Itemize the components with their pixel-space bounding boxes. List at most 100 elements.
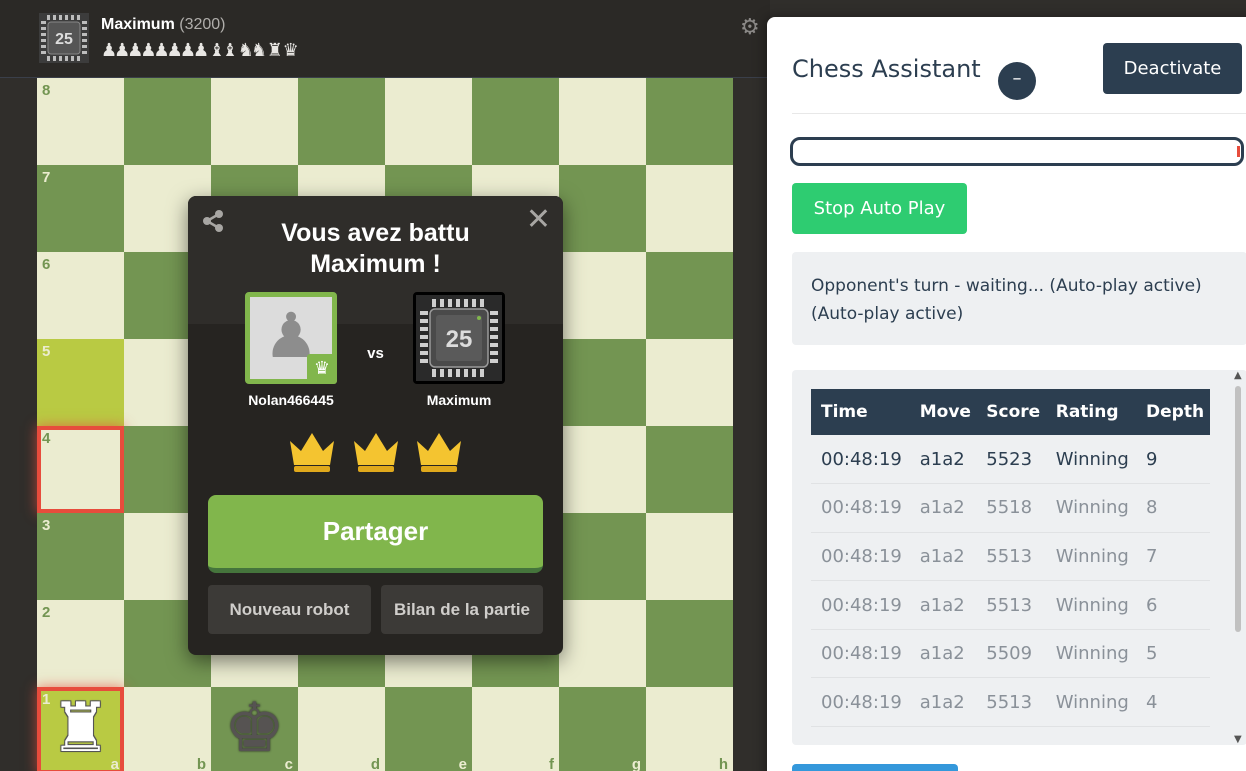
file-label: d — [370, 756, 380, 771]
square-a1[interactable]: 1 a ♜ — [37, 687, 124, 771]
gear-icon[interactable]: ⚙ — [740, 15, 760, 40]
square-g5[interactable] — [559, 339, 646, 426]
file-label: b — [196, 756, 206, 771]
square-g1[interactable]: g — [559, 687, 646, 771]
opponent-name-text: Maximum — [101, 16, 175, 33]
square-a4[interactable]: 4 — [37, 426, 124, 513]
cell-move: a1a2 — [909, 580, 977, 630]
captured-pieces: ♟♟♟♟♟♟♟♟ ♝♝ ♞♞ ♜ ♛ — [101, 40, 299, 61]
square-g4[interactable] — [559, 426, 646, 513]
share-button[interactable]: Partager — [208, 495, 543, 573]
square-e1[interactable]: e — [385, 687, 472, 771]
square-a5[interactable]: 5 — [37, 339, 124, 426]
cell-time: 00:48:19 — [811, 483, 910, 533]
square-h5[interactable] — [646, 339, 733, 426]
column-header: Score — [976, 389, 1046, 435]
cell-time: 00:48:19 — [811, 677, 910, 728]
square-g8[interactable] — [559, 78, 646, 165]
cell-depth: 4 — [1136, 677, 1210, 728]
scroll-up-icon[interactable]: ▲ — [1234, 370, 1242, 381]
rank-label: 3 — [42, 517, 51, 534]
black-king-piece[interactable]: ♚ — [217, 689, 292, 769]
square-g3[interactable] — [559, 513, 646, 600]
scroll-down-icon[interactable]: ▼ — [1234, 734, 1242, 745]
rank-label: 5 — [42, 343, 51, 360]
square-b8[interactable] — [124, 78, 211, 165]
cell-time: 00:48:19 — [811, 580, 910, 630]
cell-move: a1a2 — [909, 532, 977, 582]
square-c1[interactable]: c ♚ — [211, 687, 298, 771]
square-h8[interactable] — [646, 78, 733, 165]
game-review-button[interactable]: Bilan de la partie — [381, 585, 543, 634]
cell-score: 5523 — [976, 435, 1046, 485]
status-message: Opponent's turn - waiting... (Auto-play … — [792, 252, 1246, 345]
table-row: 00:48:19 a1a2 5513 Winning 7 — [811, 532, 1210, 582]
white-rook-piece[interactable]: ♜ — [43, 689, 118, 769]
move-highlight-box — [37, 426, 124, 513]
table-row: 00:48:19 a1a2 5513 Winning 6 — [811, 580, 1210, 630]
square-d8[interactable] — [298, 78, 385, 165]
table-row: 00:48:19 a1a2 5513 Winning 4 — [811, 677, 1210, 728]
cell-score: 5513 — [976, 532, 1046, 582]
history-scrollbar[interactable]: ▲ ▼ — [1232, 370, 1244, 745]
rank-label: 2 — [42, 604, 51, 621]
square-a7[interactable]: 7 — [37, 165, 124, 252]
scroll-thumb[interactable] — [1235, 386, 1241, 632]
panel-title: Chess Assistant — [792, 55, 981, 83]
square-b1[interactable]: b — [124, 687, 211, 771]
opponent-player-name: Maximum — [426, 392, 492, 408]
share-icon[interactable] — [200, 208, 226, 234]
rank-label: 6 — [42, 256, 51, 273]
panel-bottom-button[interactable] — [792, 764, 958, 771]
square-d1[interactable]: d — [298, 687, 385, 771]
square-a3[interactable]: 3 — [37, 513, 124, 600]
deactivate-button[interactable]: Deactivate — [1103, 43, 1242, 94]
game-over-modal: ✕ Vous avez battu Maximum ! ♟ ♛ Nolan466… — [188, 196, 563, 655]
square-h4[interactable] — [646, 426, 733, 513]
cell-time: 00:48:19 — [811, 532, 910, 582]
svg-text:25: 25 — [55, 31, 73, 48]
square-h3[interactable] — [646, 513, 733, 600]
minimize-button[interactable]: – — [998, 62, 1036, 100]
square-h2[interactable] — [646, 600, 733, 687]
square-g6[interactable] — [559, 252, 646, 339]
player-avatar[interactable]: ♟ ♛ — [245, 292, 337, 384]
file-label: f — [549, 756, 554, 771]
cell-rating: Winning — [1045, 580, 1137, 630]
file-label: e — [458, 756, 467, 771]
square-c8[interactable] — [211, 78, 298, 165]
cell-depth: 8 — [1136, 483, 1210, 533]
square-a8[interactable]: 8 — [37, 78, 124, 165]
stop-auto-play-button[interactable]: Stop Auto Play — [792, 183, 967, 234]
square-f8[interactable] — [472, 78, 559, 165]
square-h6[interactable] — [646, 252, 733, 339]
square-e8[interactable] — [385, 78, 472, 165]
close-icon[interactable]: ✕ — [526, 204, 551, 236]
crown-icon — [290, 433, 335, 472]
column-header: Rating — [1045, 389, 1137, 435]
file-label: g — [631, 756, 641, 771]
square-g2[interactable] — [559, 600, 646, 687]
square-h1[interactable]: h — [646, 687, 733, 771]
bot-avatar[interactable]: 25 — [39, 13, 89, 63]
opponent-name[interactable]: Maximum (3200) — [101, 16, 226, 34]
opponent-avatar[interactable]: 25 — [413, 292, 505, 384]
crown-icon — [353, 433, 398, 472]
cell-score: 5518 — [976, 483, 1046, 533]
square-h7[interactable] — [646, 165, 733, 252]
new-bot-button[interactable]: Nouveau robot — [208, 585, 371, 634]
cell-score: 5513 — [976, 677, 1046, 728]
column-header: Depth — [1136, 389, 1210, 435]
evaluation-marker — [1237, 146, 1240, 157]
rank-label: 8 — [42, 82, 51, 99]
opponent-card: 25 Maximum — [413, 292, 505, 408]
rank-label: 7 — [42, 169, 51, 186]
square-a2[interactable]: 2 — [37, 600, 124, 687]
svg-text:25: 25 — [446, 326, 473, 353]
square-f1[interactable]: f — [472, 687, 559, 771]
column-header: Move — [909, 389, 977, 435]
cell-depth: 6 — [1136, 580, 1210, 630]
square-a6[interactable]: 6 — [37, 252, 124, 339]
square-g7[interactable] — [559, 165, 646, 252]
crown-rating — [188, 429, 563, 477]
